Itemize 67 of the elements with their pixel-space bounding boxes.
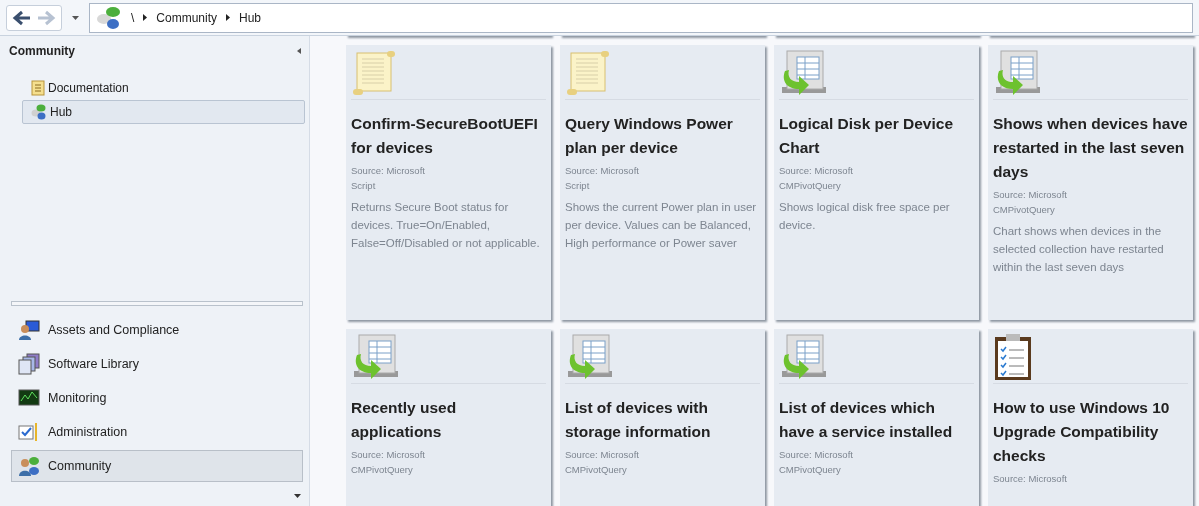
tile-title: Recently used applications: [351, 398, 458, 442]
tile[interactable]: List of devices with storage information Source: Microsoft CMPivotQuery: [560, 329, 765, 506]
tile-description: Shows the current Power plan in user per device. Values can be Balanced, High performance or Power saver: [565, 200, 758, 251]
tile-title: How to use Windows 10 Upgrade Compatibility checks: [993, 398, 1171, 466]
table-document-arrow-icon: [351, 333, 399, 381]
tile-source: Source: Microsoft: [351, 448, 426, 462]
collapse-arrow-icon[interactable]: [297, 48, 301, 54]
tile[interactable]: List of devices which have a service installed Source: Microsoft CMPivotQuery: [774, 329, 979, 506]
tile[interactable]: Logical Disk per Device Chart Source: Microsoft CMPivotQuery Shows logical disk free space per device.: [774, 45, 979, 320]
tree-item[interactable]: Hub: [22, 100, 305, 124]
tile-type: CMPivotQuery: [351, 463, 414, 477]
breadcrumb-item[interactable]: \: [131, 10, 135, 25]
dropdown-caret-icon[interactable]: [72, 15, 79, 20]
breadcrumb-item[interactable]: Community: [156, 10, 218, 25]
tile-source: Source: Microsoft: [993, 472, 1068, 486]
tile-description: Chart shows when devices in the selected collection have restarted within the last seven days: [993, 224, 1165, 275]
tile-type: CMPivotQuery: [993, 203, 1056, 217]
tile-type: CMPivotQuery: [779, 179, 842, 193]
tile-description: Returns Secure Boot status for devices. True=On/Enabled, False=Off/Disabled or not applicable.: [351, 200, 541, 251]
tile-type: CMPivotQuery: [565, 463, 628, 477]
tile-source: Source: Microsoft: [779, 164, 854, 178]
back-arrow-icon[interactable]: [12, 9, 32, 26]
tile-source: Source: Microsoft: [351, 164, 426, 178]
tile-title: List of devices with storage information: [565, 398, 712, 442]
tile-description: Shows logical disk free space per device.: [779, 200, 951, 233]
sidebar-title: Community: [9, 44, 75, 58]
table-document-arrow-icon: [993, 49, 1041, 97]
workspace-item[interactable]: Administration: [11, 416, 303, 448]
tile-title: List of devices which have a service installed: [779, 398, 954, 442]
tile[interactable]: Shows when devices have restarted in the last seven days Source: Microsoft CMPivotQuery Chart shows when devices in the selected collection have restarted within the last seven days: [988, 45, 1193, 320]
tile-type: CMPivotQuery: [779, 463, 842, 477]
tile-title: Shows when devices have restarted in the last seven days: [993, 114, 1188, 182]
user-chat-icon: [18, 455, 40, 477]
breadcrumb-item[interactable]: Hub: [239, 10, 262, 25]
breadcrumb-separator-icon: [143, 14, 148, 21]
clipboard-checklist-icon: [993, 333, 1033, 381]
chat-bubbles-icon: [96, 5, 122, 30]
computer-user-icon: [18, 319, 40, 341]
workspace-item[interactable]: Community: [11, 450, 303, 482]
workspace-item[interactable]: Assets and Compliance: [11, 314, 303, 346]
stacked-windows-icon: [18, 353, 40, 375]
tile-source: Source: Microsoft: [565, 164, 640, 178]
tile-source: Source: Microsoft: [779, 448, 854, 462]
tile-title: Logical Disk per Device Chart: [779, 114, 955, 158]
workspace-item[interactable]: Software Library: [11, 348, 303, 380]
monitor-graph-icon: [18, 387, 40, 409]
tile[interactable]: Query Windows Power plan per device Source: Microsoft Script Shows the current Power plan in user per device. Values can be Balanced, High performance or Power saver: [560, 45, 765, 320]
tile[interactable]: How to use Windows 10 Upgrade Compatibility checks Source: Microsoft: [988, 329, 1193, 506]
address-bar[interactable]: \ Community Hub: [89, 2, 1193, 33]
tile-title: Query Windows Power plan per device: [565, 114, 734, 158]
tile-title: Confirm-SecureBootUEFI for devices: [351, 114, 539, 158]
tree-item[interactable]: Documentation: [22, 76, 305, 100]
tile-source: Source: Microsoft: [565, 448, 640, 462]
table-document-arrow-icon: [779, 49, 827, 97]
breadcrumb-separator-icon: [226, 14, 231, 21]
chat-bubbles-icon: [31, 104, 47, 120]
tile-type: Script: [565, 179, 591, 193]
table-document-arrow-icon: [565, 333, 613, 381]
tile-type: Script: [351, 179, 377, 193]
tile[interactable]: Confirm-SecureBootUEFI for devices Source: Microsoft Script Returns Secure Boot status for devices. True=On/Enabled, False=Off/Disabled or not applicable.: [346, 45, 551, 320]
table-document-arrow-icon: [779, 333, 827, 381]
workspace-item[interactable]: Monitoring: [11, 382, 303, 414]
dropdown-caret-icon[interactable]: [294, 494, 301, 498]
checklist-tools-icon: [18, 421, 40, 443]
document-icon: [31, 80, 45, 96]
tile-source: Source: Microsoft: [993, 188, 1068, 202]
tile[interactable]: Recently used applications Source: Microsoft CMPivotQuery: [346, 329, 551, 506]
